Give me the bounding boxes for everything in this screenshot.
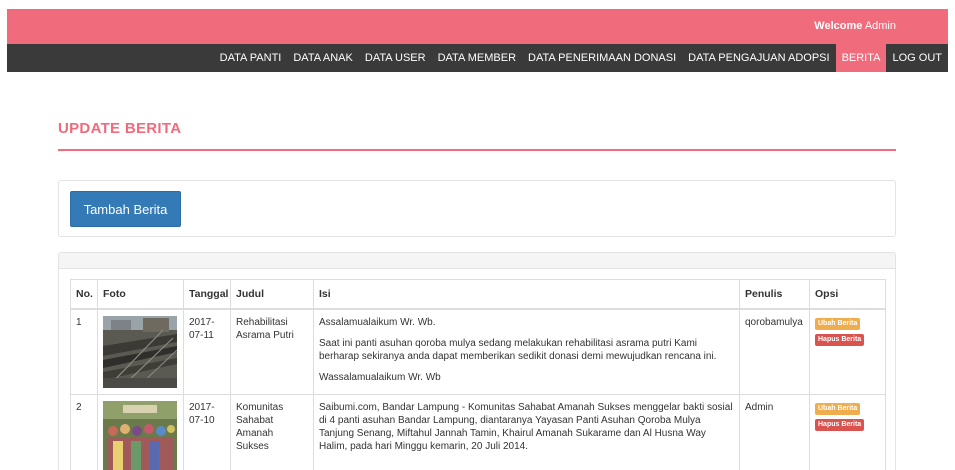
row-isi: Saibumi.com, Bandar Lampung - Komunitas …: [313, 394, 740, 470]
header-judul: Judul: [230, 279, 314, 310]
header-isi: Isi: [313, 279, 740, 310]
table-row: 1 2017-07-11 Rehabilitasi Asrama Putri A…: [70, 308, 886, 395]
row-opsi: Ubah Berita Hapus Berita: [809, 308, 886, 395]
header-tanggal: Tanggal: [183, 279, 231, 310]
isi-paragraph: Saat ini panti asuhan qoroba mulya sedan…: [319, 338, 717, 362]
row-judul: Komunitas Sahabat Amanah Sukses: [230, 394, 314, 470]
page-title: UPDATE BERITA: [58, 120, 182, 137]
row-opsi: Ubah Berita Hapus Berita: [809, 394, 886, 470]
row-tanggal: 2017-07-10: [183, 394, 231, 470]
action-panel: Tambah Berita: [58, 180, 896, 237]
isi-paragraph: Wassalamualaikum Wr. Wb: [319, 372, 441, 383]
welcome-user: Admin: [864, 20, 896, 32]
nav-item-data-user[interactable]: DATA USER: [359, 44, 432, 72]
top-header-bar: Welcome Admin: [7, 9, 948, 44]
nav-item-data-anak[interactable]: DATA ANAK: [287, 44, 359, 72]
row-no: 1: [70, 308, 98, 395]
row-foto: [97, 394, 184, 470]
row-tanggal: 2017-07-11: [183, 308, 231, 395]
header-no: No.: [70, 279, 98, 310]
header-penulis: Penulis: [739, 279, 810, 310]
nav-item-data-pengajuan-adopsi[interactable]: DATA PENGAJUAN ADOPSI: [682, 44, 835, 72]
row-penulis: qorobamulya: [739, 308, 810, 395]
nav-item-log-out[interactable]: LOG OUT: [886, 44, 948, 72]
nav-item-data-penerimaan-donasi[interactable]: DATA PENERIMAAN DONASI: [522, 44, 682, 72]
isi-paragraph: Assalamualaikum Wr. Wb.: [319, 317, 436, 328]
news-photo-construction: [103, 316, 177, 388]
nav-item-berita[interactable]: BERITA: [835, 44, 887, 72]
hapus-berita-button[interactable]: Hapus Berita: [815, 419, 865, 431]
news-table: No. Foto Tanggal Judul Isi Penulis Opsi …: [70, 279, 886, 470]
title-divider: [58, 149, 896, 151]
header-foto: Foto: [97, 279, 184, 310]
news-photo-group: [103, 401, 177, 470]
ubah-berita-button[interactable]: Ubah Berita: [815, 318, 861, 330]
table-header-row: No. Foto Tanggal Judul Isi Penulis Opsi: [70, 279, 886, 310]
row-judul: Rehabilitasi Asrama Putri: [230, 308, 314, 395]
isi-paragraph: Saibumi.com, Bandar Lampung - Komunitas …: [319, 402, 733, 452]
row-isi: Assalamualaikum Wr. Wb. Saat ini panti a…: [313, 308, 740, 395]
header-opsi: Opsi: [809, 279, 886, 310]
main-navbar: DATA PANTI DATA ANAK DATA USER DATA MEMB…: [7, 44, 948, 72]
nav-item-data-member[interactable]: DATA MEMBER: [432, 44, 522, 72]
tambah-berita-button[interactable]: Tambah Berita: [70, 191, 181, 227]
welcome-prefix: Welcome: [814, 20, 863, 32]
row-penulis: Admin: [739, 394, 810, 470]
nav-menu: DATA PANTI DATA ANAK DATA USER DATA MEMB…: [214, 44, 948, 72]
panel-heading: [59, 253, 895, 269]
welcome-text: Welcome Admin: [814, 20, 896, 32]
nav-item-data-panti[interactable]: DATA PANTI: [214, 44, 288, 72]
row-no: 2: [70, 394, 98, 470]
row-foto: [97, 308, 184, 395]
ubah-berita-button[interactable]: Ubah Berita: [815, 403, 861, 415]
hapus-berita-button[interactable]: Hapus Berita: [815, 334, 865, 346]
news-table-panel: No. Foto Tanggal Judul Isi Penulis Opsi …: [58, 252, 896, 470]
table-row: 2 2017-07-10 Komunitas Sahabat Amanah Su…: [70, 394, 886, 470]
